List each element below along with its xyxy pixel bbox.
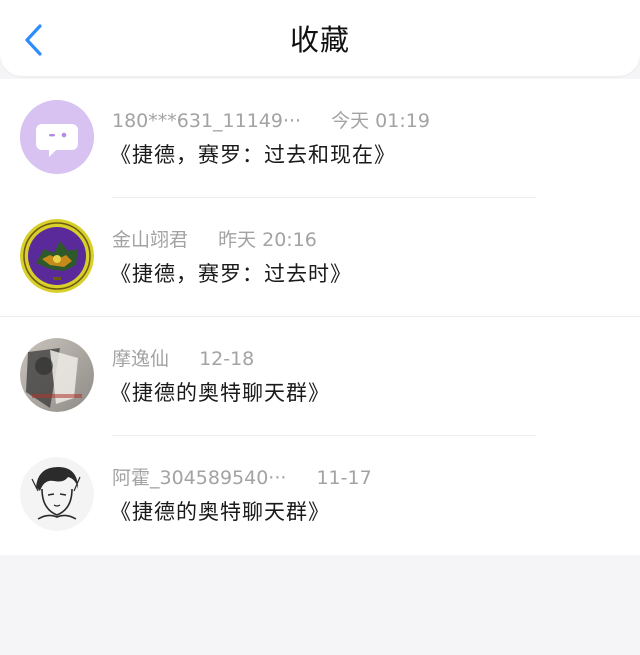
sender-name: 阿霍_304589540··· <box>112 467 287 489</box>
sender-name: 180***631_11149··· <box>112 110 302 132</box>
timestamp: 12-18 <box>199 348 255 370</box>
avatar <box>20 100 94 174</box>
sender-name: 金山翊君 <box>112 229 189 251</box>
sketch-avatar-icon <box>20 457 94 531</box>
list-item[interactable]: 180***631_11149··· 今天 01:19 《捷德，赛罗：过去和现在… <box>0 79 640 197</box>
item-meta: 180***631_11149··· 今天 01:19 <box>112 106 430 136</box>
message-text: 《捷德，赛罗：过去和现在》 <box>110 143 396 167</box>
sender-name: 摩逸仙 <box>112 348 170 370</box>
item-meta: 摩逸仙 12-18 <box>112 344 254 374</box>
favorites-page: 收藏 180***631_11149··· 今天 01:19 《捷德，赛罗：过去… <box>0 0 640 655</box>
photo-avatar-icon <box>20 338 94 412</box>
top-bar: 收藏 <box>0 0 640 76</box>
favorites-list: 180***631_11149··· 今天 01:19 《捷德，赛罗：过去和现在… <box>0 79 640 555</box>
chat-bubble-avatar-icon <box>20 100 94 174</box>
timestamp: 11-17 <box>316 467 372 489</box>
timestamp: 今天 01:19 <box>331 110 430 132</box>
message-text: 《捷德，赛罗：过去时》 <box>110 262 352 286</box>
avatar <box>20 457 94 531</box>
list-item[interactable]: 金山翊君 昨天 20:16 《捷德，赛罗：过去时》 <box>0 198 640 316</box>
list-item[interactable]: 摩逸仙 12-18 《捷德的奥特聊天群》 <box>0 317 640 435</box>
item-meta: 阿霍_304589540··· 11-17 <box>112 463 372 493</box>
avatar <box>20 338 94 412</box>
page-title: 收藏 <box>289 23 350 57</box>
emblem-avatar-icon <box>20 219 94 293</box>
message-text: 《捷德的奥特聊天群》 <box>110 381 330 405</box>
list-item[interactable]: 阿霍_304589540··· 11-17 《捷德的奥特聊天群》 <box>0 436 640 554</box>
message-text: 《捷德的奥特聊天群》 <box>110 500 330 524</box>
timestamp: 昨天 20:16 <box>218 229 317 251</box>
avatar <box>20 219 94 293</box>
item-meta: 金山翊君 昨天 20:16 <box>112 225 317 255</box>
